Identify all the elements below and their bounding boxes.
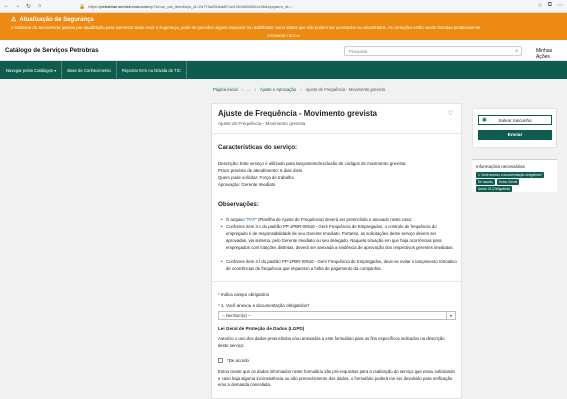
nav-knowledge-base[interactable]: Base de Conhecimento (62, 61, 117, 79)
page-title: Ajuste de Frequência - Movimento grevist… (218, 109, 378, 118)
requester-line: Quem pode solicitar: Força de trabalho (218, 175, 294, 180)
main-nav: Navegar pelos Catálogos ▾ Base de Conhec… (0, 61, 567, 79)
characteristics-title: Características do serviço: (218, 144, 298, 151)
url-prefix: https:// (88, 4, 101, 9)
required-note: * Indica campo obrigatório (218, 292, 270, 297)
description-line: Descrição: Este serviço é utilizado para… (218, 161, 407, 166)
lgpd-title: Lei Geral de Proteção de Dados (LGPD) (218, 326, 305, 331)
forward-icon[interactable]: → (13, 2, 22, 11)
notes-title: Observações: (218, 201, 259, 208)
search-input[interactable]: Pesquisar ⌕ (344, 46, 522, 56)
breadcrumb-ellipsis[interactable]: ... (247, 87, 251, 92)
url-path: /sp?id=sc_cat_item&sys_id=2a775a05dba8f7… (148, 4, 294, 9)
page-subtitle: Ajuste de Frequência - Movimento grevist… (218, 121, 306, 126)
question-1-label: * 1. Você anexou a documentação obrigató… (218, 303, 310, 308)
info-title: Informações necessárias (476, 164, 525, 169)
url-domain: petrobras.service-now.com (100, 4, 149, 9)
divider (212, 133, 461, 134)
brand-title[interactable]: Catálogo de Serviços Petrobras (5, 47, 99, 54)
browser-toolbar: ← → ↻ ⌂ 🔒 https:// petrobras.service-now… (0, 0, 567, 13)
deadline-line: Prazo previsto de atendimento: 6 dias út… (218, 168, 303, 173)
required-tag[interactable]: 1. Você anexou a documentação obrigatóri… (476, 172, 545, 178)
search-icon[interactable]: ⌕ (515, 48, 518, 54)
catalog-item-form: Ajuste de Frequência - Movimento grevist… (211, 103, 462, 399)
chevron-down-icon: ▾ (54, 67, 57, 73)
attachment-select[interactable]: -- Nenhum(a) -- ▾ (218, 311, 456, 320)
breadcrumb: Página inicial › ... › Ajuste e Aprovaçã… (213, 87, 386, 92)
required-info-box: Informações necessárias 1. Você anexou a… (472, 159, 557, 192)
extensions-icon[interactable]: ⧉ (548, 2, 552, 9)
save-draft-button[interactable]: ▣ Salvar rascunho (478, 115, 552, 125)
breadcrumb-home[interactable]: Página inicial (213, 87, 238, 92)
favorite-icon[interactable]: ♡ (448, 110, 453, 117)
agree-checkbox[interactable] (218, 358, 223, 363)
nav-report-error[interactable]: Reportar Erro ou Dúvida de TIC (117, 61, 187, 79)
reload-icon[interactable]: ↻ (24, 2, 33, 11)
divider (212, 281, 461, 282)
security-banner: ⚠ Atualização de Segurança A instância d… (0, 13, 567, 40)
banner-title: ⚠ Atualização de Segurança (11, 16, 94, 24)
breadcrumb-category[interactable]: Ajuste e Aprovação (260, 87, 296, 92)
my-actions-link[interactable]: Minhas Ações (536, 48, 567, 60)
star-icon[interactable]: ☆ (537, 2, 542, 9)
warning-icon: ⚠ (11, 17, 17, 23)
note-item: • Conforme item 3.c do padrão PP-1PBR-00… (221, 224, 454, 250)
expand-all-link[interactable]: EXPANDIR TUDO ▾ (0, 34, 567, 38)
breadcrumb-current: Ajuste de Frequência - Movimento grevist… (305, 87, 386, 92)
required-tag[interactable]: Estou Ciente (497, 179, 520, 185)
approval-line: Aprovação: Gerente Imediato (218, 182, 276, 187)
agree-label: *De acordo (227, 358, 249, 363)
save-icon: ▣ (482, 117, 487, 123)
nav-browse-catalogs[interactable]: Navegar pelos Catálogos ▾ (0, 61, 63, 79)
lock-icon: 🔒 (79, 3, 86, 10)
note-item: • O arquivo "PAF" (Planilha de Ajuste de… (221, 217, 413, 222)
menu-icon[interactable]: ⋯ (557, 2, 563, 9)
required-tag[interactable]: De acordo (476, 179, 495, 185)
site-header: Catálogo de Serviços Petrobras Pesquisar… (0, 40, 567, 61)
note-item: • Conforme item 3.f do padrão PP-1PBR-00… (221, 259, 457, 271)
required-tag[interactable]: Anexo 01 (Obrigatório) (476, 186, 513, 192)
submit-button[interactable]: Enviar (478, 130, 552, 140)
lgpd-text: Autorizo o uso dos dados preenchidos e/o… (218, 336, 445, 348)
home-icon[interactable]: ⌂ (35, 2, 44, 11)
address-bar[interactable]: 🔒 https:// petrobras.service-now.com /sp… (79, 2, 489, 11)
chevron-down-icon: ▾ (446, 312, 455, 319)
back-icon[interactable]: ← (2, 2, 11, 11)
banner-text: A instância do ServiceNow passou por atu… (11, 25, 482, 30)
acknowledge-text: Estou ciente que os dados informados nes… (218, 369, 455, 387)
search-placeholder: Pesquisar (349, 48, 368, 54)
submit-panel: ▣ Salvar rascunho Enviar (472, 108, 557, 148)
agree-row: *De acordo (218, 358, 249, 363)
